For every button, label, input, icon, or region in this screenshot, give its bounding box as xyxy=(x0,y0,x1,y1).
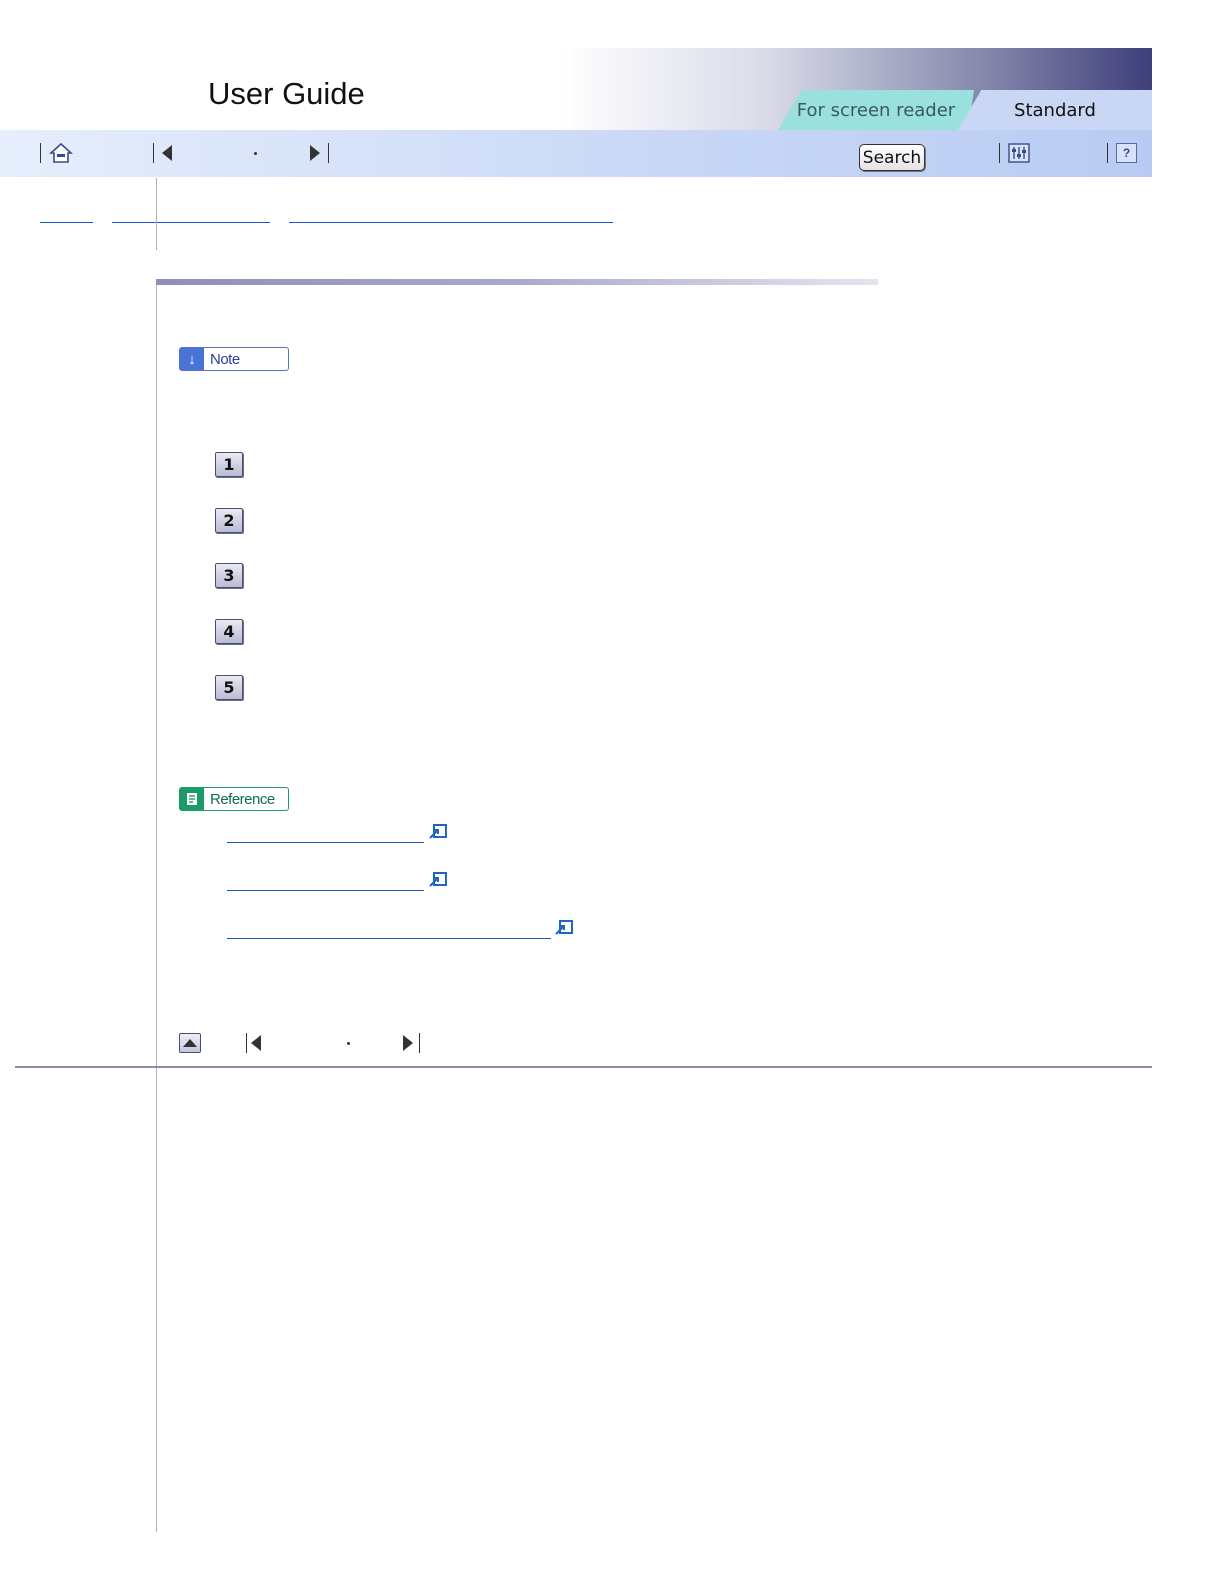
settings-icon xyxy=(1008,143,1030,163)
arrow-up-icon xyxy=(179,1033,201,1053)
footer-previous-button[interactable] xyxy=(246,1032,261,1054)
previous-icon xyxy=(162,145,172,161)
step-number-5: 5 xyxy=(215,675,243,700)
page-header: User Guide For screen reader Standard xyxy=(0,48,1152,130)
note-label: Note xyxy=(210,350,240,368)
previous-button[interactable] xyxy=(153,142,172,164)
toolbar: ? xyxy=(0,130,1152,177)
footer-next-button[interactable] xyxy=(403,1032,420,1054)
next-icon xyxy=(403,1035,413,1051)
next-icon xyxy=(310,145,320,161)
next-button[interactable] xyxy=(310,142,329,164)
breadcrumb-link-2[interactable] xyxy=(112,204,270,223)
settings-button[interactable] xyxy=(999,142,1030,164)
arrow-down-icon: ↓ xyxy=(180,348,204,370)
footer-separator-dot xyxy=(347,1032,350,1054)
step-number-2: 2 xyxy=(215,508,243,533)
reference-badge: Reference xyxy=(179,787,289,811)
previous-icon xyxy=(251,1035,261,1051)
reference-link-2[interactable] xyxy=(227,874,424,891)
reference-link-1[interactable] xyxy=(227,826,424,843)
tab-standard: Standard xyxy=(958,90,1152,130)
app-title: User Guide xyxy=(208,76,365,111)
reference-label: Reference xyxy=(210,790,275,808)
left-column-rule-top xyxy=(156,178,157,250)
breadcrumb-link-3[interactable] xyxy=(289,204,613,223)
search-button[interactable]: Search xyxy=(859,144,925,171)
nav-separator-dot xyxy=(254,142,257,164)
back-to-top-button[interactable] xyxy=(179,1032,201,1054)
home-icon xyxy=(49,142,73,163)
reference-link-3[interactable] xyxy=(227,922,551,939)
home-button[interactable] xyxy=(40,142,73,164)
note-badge: ↓ Note xyxy=(179,347,289,371)
breadcrumb-link-1[interactable] xyxy=(40,204,93,223)
footer-divider xyxy=(15,1066,1152,1068)
help-icon: ? xyxy=(1116,143,1137,163)
external-link-icon[interactable] xyxy=(429,824,447,839)
external-link-icon[interactable] xyxy=(429,872,447,887)
document-icon xyxy=(180,788,204,810)
left-column-rule xyxy=(156,279,157,1532)
tab-screen-reader[interactable]: For screen reader xyxy=(778,90,974,130)
step-number-4: 4 xyxy=(215,619,243,644)
external-link-icon[interactable] xyxy=(555,920,573,935)
title-underline xyxy=(156,279,878,285)
help-button[interactable]: ? xyxy=(1107,142,1137,164)
step-number-3: 3 xyxy=(215,563,243,588)
step-number-1: 1 xyxy=(215,452,243,477)
